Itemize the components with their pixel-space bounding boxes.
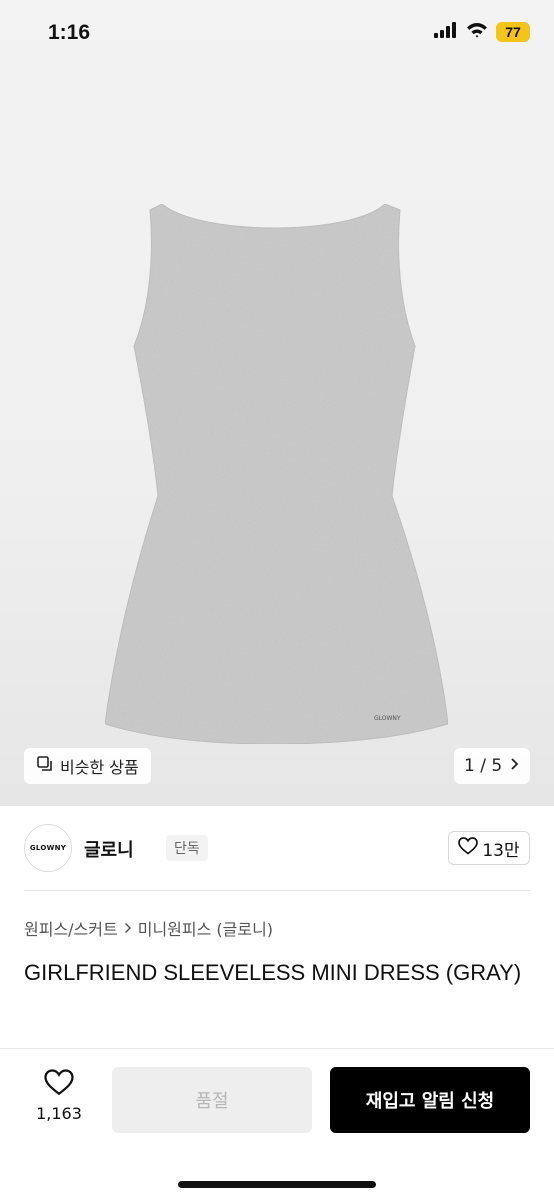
status-bar: 1:16 77: [0, 0, 554, 70]
battery-icon: 77: [496, 22, 530, 42]
brand-like-button[interactable]: 13만: [448, 831, 530, 865]
chevron-right-icon: [510, 756, 520, 776]
breadcrumb: 원피스/스커트 미니원피스 (글로니): [24, 916, 273, 940]
signal-icon: [434, 22, 458, 42]
divider: [24, 890, 530, 891]
product-image: GLOWNY: [104, 203, 449, 745]
similar-products-label: 비슷한 상품: [60, 758, 139, 777]
breadcrumb-subcategory[interactable]: 미니원피스 (글로니): [138, 916, 273, 940]
brand-logo[interactable]: GLOWNY: [24, 824, 72, 872]
copy-icon: [36, 755, 54, 777]
home-indicator: [178, 1181, 376, 1188]
brand-row[interactable]: GLOWNY 글로니 단독 13만: [24, 824, 530, 872]
status-icons: 77: [434, 22, 530, 42]
bottom-action-bar: 1,163 품절 재입고 알림 신청: [0, 1048, 554, 1200]
page-indicator-label: 1 / 5: [464, 756, 503, 776]
wishlist-count: 1,163: [36, 1104, 82, 1123]
breadcrumb-category[interactable]: 원피스/스커트: [24, 916, 118, 940]
product-title: GIRLFRIEND SLEEVELESS MINI DRESS (GRAY): [24, 960, 522, 985]
page-indicator-button[interactable]: 1 / 5: [454, 748, 530, 784]
exclusive-badge: 단독: [166, 835, 208, 861]
chevron-right-icon: [124, 919, 132, 938]
product-tag-label: GLOWNY: [374, 715, 401, 722]
wishlist-button[interactable]: 1,163: [24, 1069, 94, 1129]
brand-like-count: 13만: [482, 840, 520, 861]
status-time: 1:16: [48, 21, 91, 44]
restock-alert-button[interactable]: 재입고 알림 신청: [330, 1067, 530, 1133]
heart-icon: [44, 1069, 74, 1100]
similar-products-button[interactable]: 비슷한 상품: [24, 748, 151, 784]
soldout-button[interactable]: 품절: [112, 1067, 312, 1133]
heart-icon: [458, 836, 479, 860]
wifi-icon: [466, 22, 488, 42]
product-image-gallery[interactable]: GLOWNY 비슷한 상품 1 / 5: [0, 0, 554, 806]
brand-name[interactable]: 글로니: [84, 836, 134, 862]
